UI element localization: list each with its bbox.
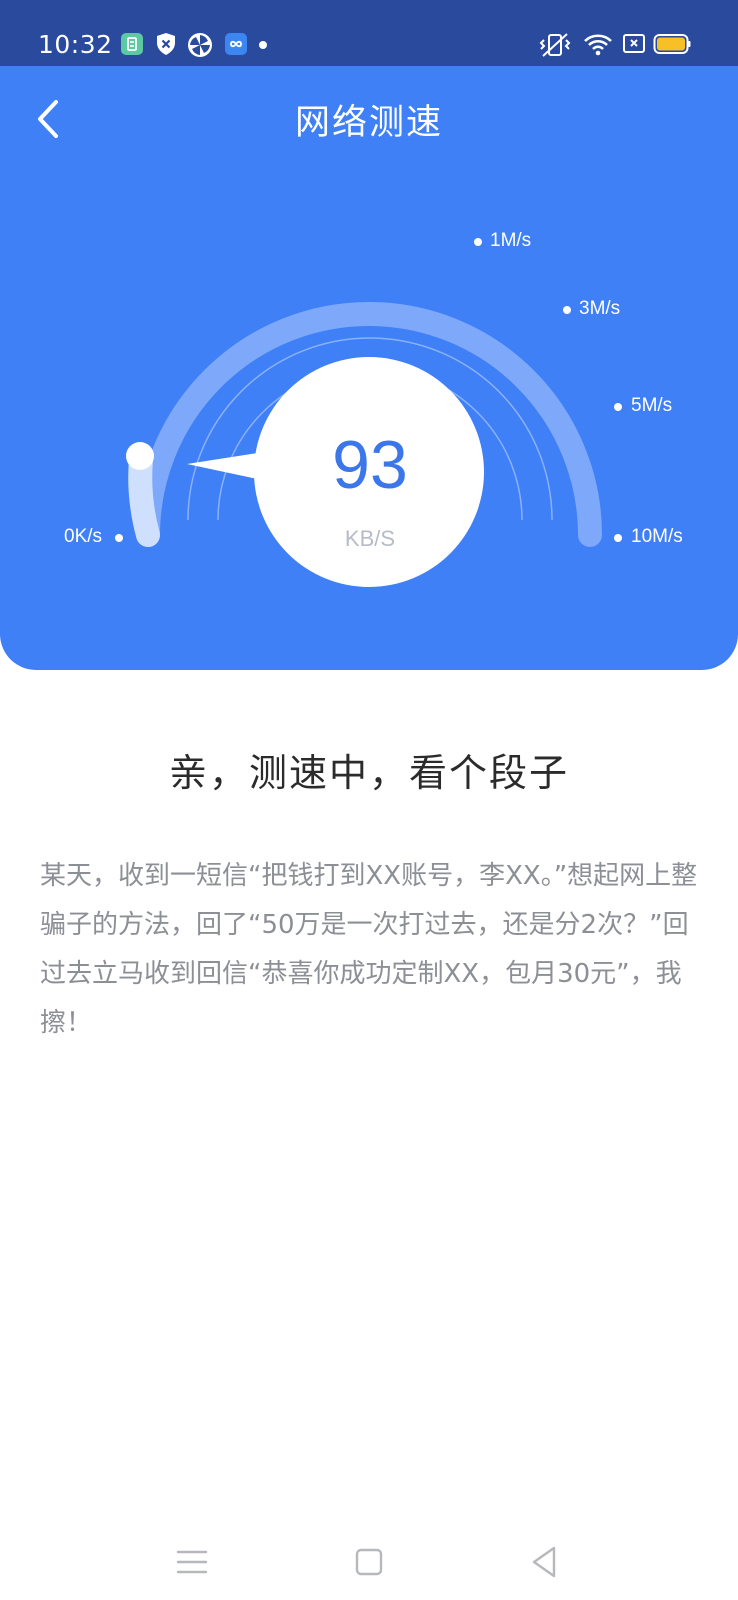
calculator-app-icon (121, 33, 143, 55)
gauge-progress (128, 447, 160, 547)
gauge-knob (126, 442, 154, 470)
shield-x-icon (157, 33, 175, 55)
tick-dot-5 (614, 403, 622, 411)
pinwheel-icon (188, 33, 212, 57)
tick-dot-10 (614, 534, 622, 542)
tick-label-0: 0K/s (64, 526, 103, 547)
vibrate-icon (539, 33, 571, 57)
tick-label-1: 1M/s (490, 230, 532, 251)
tick-label-5: 5M/s (631, 395, 673, 416)
home-square-icon[interactable] (347, 1540, 391, 1584)
back-triangle-icon[interactable] (522, 1540, 566, 1584)
tick-label-10: 10M/s (631, 526, 683, 547)
speed-gauge (115, 238, 622, 587)
battery-icon (653, 34, 691, 54)
wifi-icon (584, 34, 612, 56)
infinity-app-icon (225, 33, 247, 55)
status-time: 10:32 (38, 30, 113, 59)
speed-value: 93 (332, 427, 408, 503)
tick-dot-0 (115, 534, 123, 542)
speed-test-header: 网络测速 93 KB/S 0K/s 1M/s 3M/s 5M/s 10M/s (0, 66, 738, 670)
speed-unit: KB/S (344, 526, 396, 551)
tick-dot-3 (563, 306, 571, 314)
sim-x-icon (623, 34, 645, 53)
status-bar: 10:32 (0, 0, 738, 66)
joke-heading: 亲，测速中，看个段子 (168, 751, 569, 795)
tick-dot-1 (474, 238, 482, 246)
joke-text: 某天，收到一短信“把钱打到XX账号，李XX。”想起网上整骗子的方法，回了“50万… (40, 861, 698, 1038)
dot-icon (259, 41, 267, 49)
tick-label-3: 3M/s (579, 298, 621, 319)
menu-icon[interactable] (170, 1540, 214, 1584)
system-nav-bar (0, 1530, 738, 1600)
